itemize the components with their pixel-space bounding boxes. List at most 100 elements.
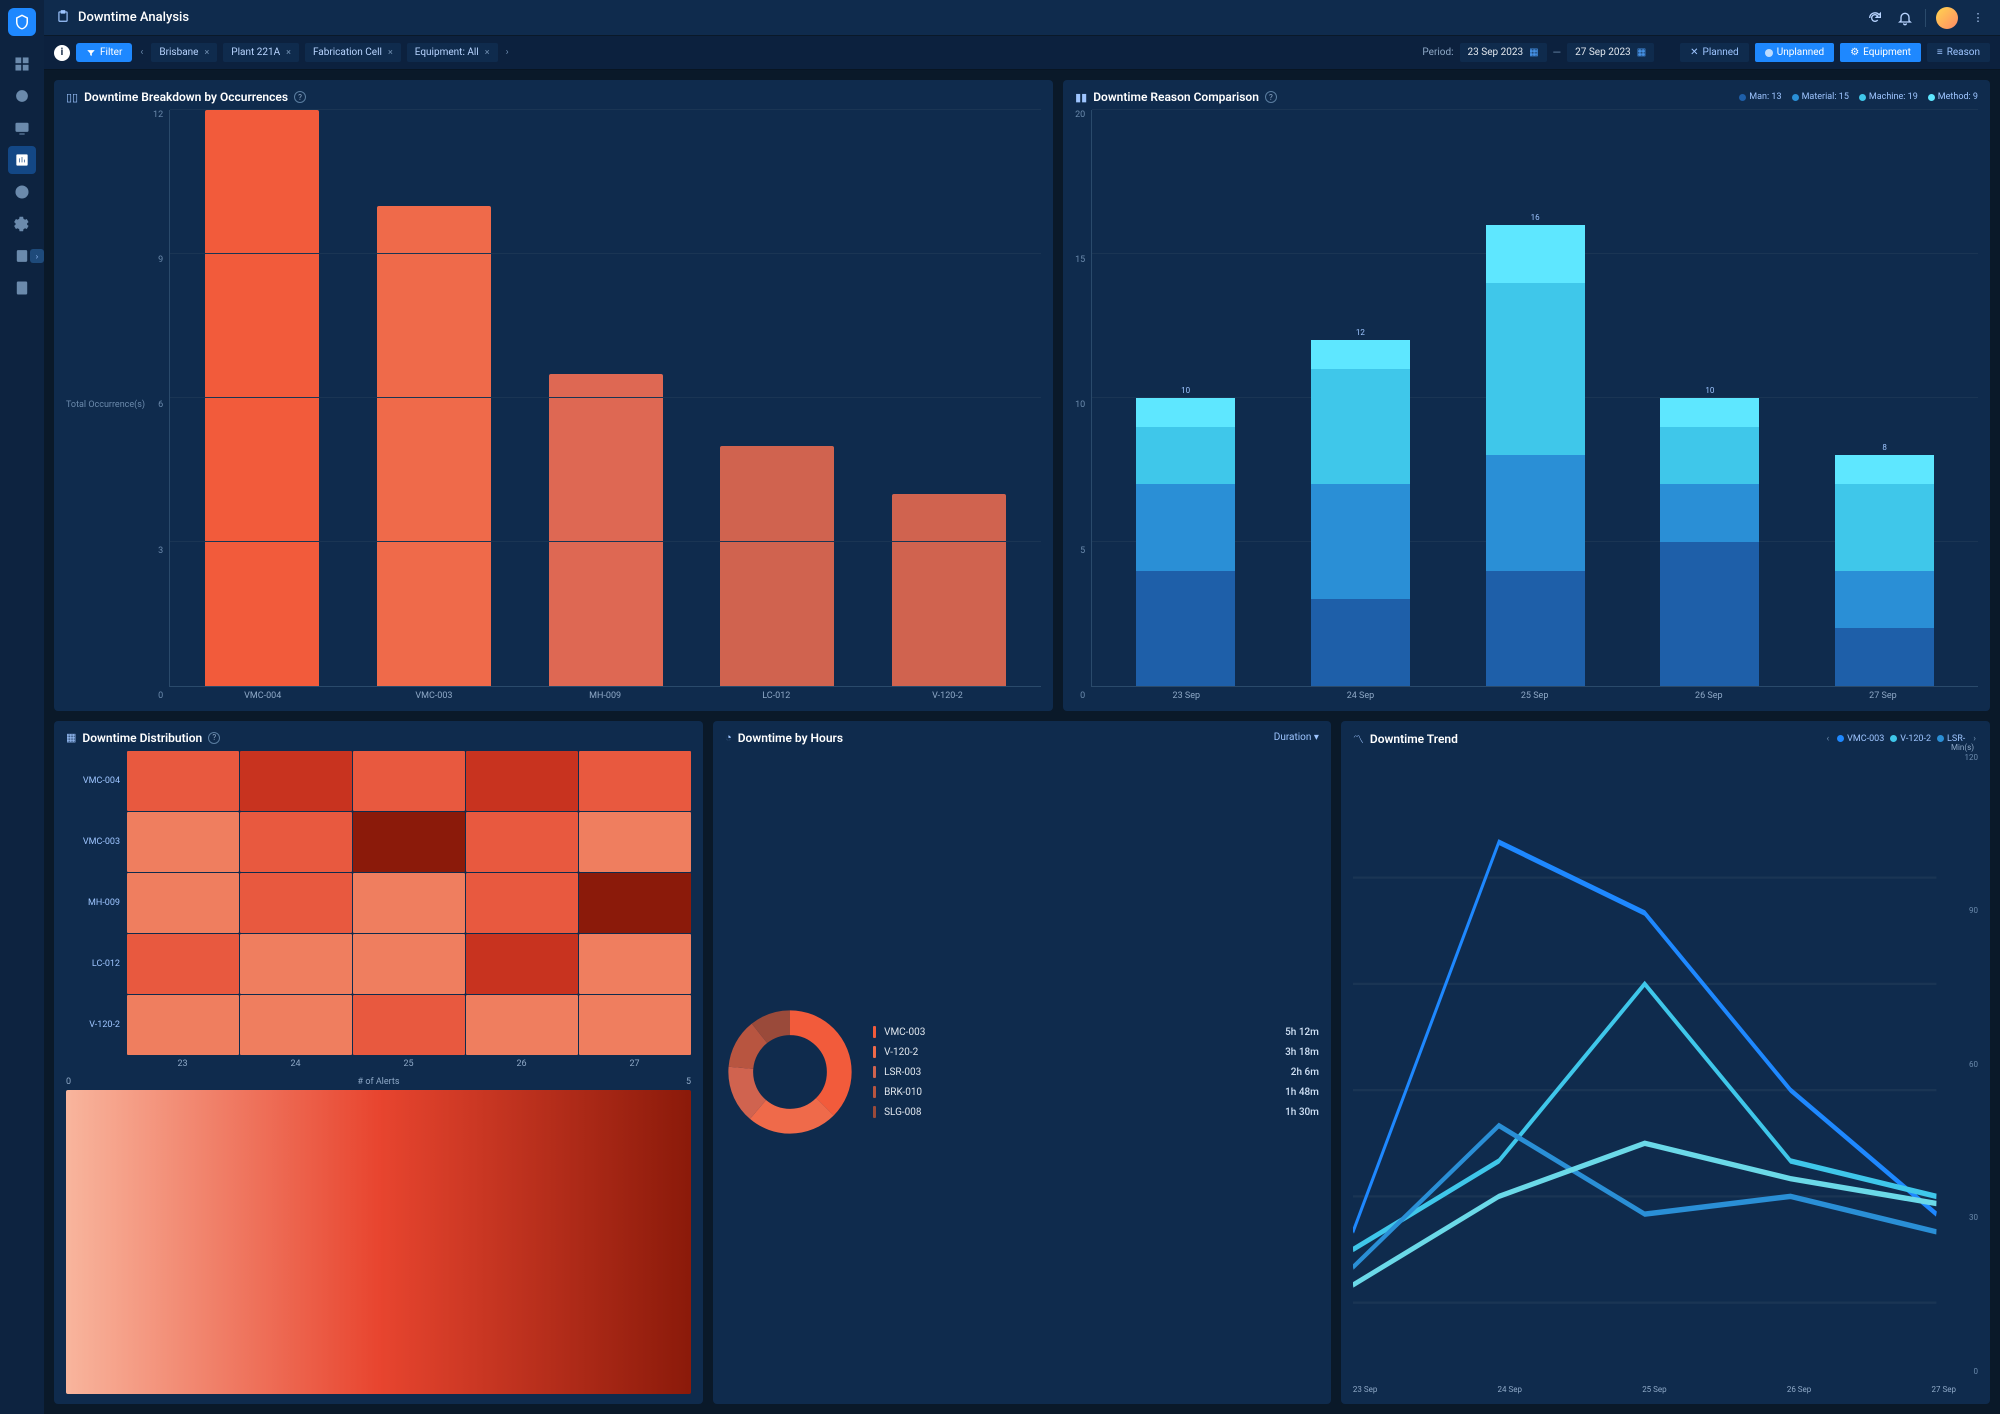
legend-item[interactable]: SLG-0081h 30m: [873, 1106, 1319, 1118]
sidebar-item-archive[interactable]: [8, 274, 36, 302]
bar-segment: [1835, 571, 1934, 629]
duration-dropdown[interactable]: Duration ▾: [1274, 732, 1319, 743]
heatmap-cell[interactable]: [127, 812, 239, 872]
bar[interactable]: [892, 494, 1006, 686]
breadcrumb[interactable]: Plant 221A ×: [223, 43, 299, 62]
stacked-bar[interactable]: 8: [1835, 455, 1934, 685]
stacked-bar[interactable]: 10: [1660, 398, 1759, 686]
item-value: 1h 48m: [1285, 1087, 1319, 1098]
info-icon[interactable]: i: [54, 45, 70, 61]
legend-item[interactable]: Man: 13: [1739, 92, 1781, 102]
legend-item[interactable]: Method: 9: [1928, 92, 1978, 102]
close-icon[interactable]: ×: [204, 48, 209, 58]
legend-item[interactable]: V-120-2: [1890, 734, 1931, 744]
swatch-icon: [1928, 94, 1935, 101]
stacked-bar[interactable]: 10: [1136, 398, 1235, 686]
help-icon[interactable]: ?: [294, 91, 306, 103]
bar[interactable]: [205, 110, 319, 686]
heatmap-cell[interactable]: [240, 934, 352, 994]
sidebar-item-globe[interactable]: [8, 178, 36, 206]
toggle-label: Equipment: [1863, 47, 1911, 58]
close-icon[interactable]: ×: [485, 48, 490, 58]
heatmap-cell[interactable]: [466, 873, 578, 933]
sidebar-item-target[interactable]: [8, 82, 36, 110]
breadcrumb[interactable]: Fabrication Cell×: [305, 43, 401, 62]
chevron-right-icon[interactable]: ›: [504, 47, 511, 58]
bar-segment: [1136, 571, 1235, 686]
heatmap-cell[interactable]: [240, 995, 352, 1055]
heatmap-cell[interactable]: [353, 934, 465, 994]
app-logo[interactable]: [8, 8, 36, 36]
legend: Man: 13 Material: 15 Machine: 19 Method: 9: [1739, 92, 1978, 102]
help-icon[interactable]: ?: [208, 732, 220, 744]
sidebar-expand-icon[interactable]: ›: [30, 249, 44, 263]
legend-item[interactable]: VMC-0035h 12m: [873, 1026, 1319, 1038]
help-icon[interactable]: ?: [1265, 91, 1277, 103]
date-to[interactable]: 27 Sep 2023▦: [1567, 43, 1654, 62]
chevron-left-icon[interactable]: ‹: [138, 47, 145, 58]
toggle-planned[interactable]: ✕Planned: [1680, 43, 1749, 62]
heatmap-cell[interactable]: [579, 751, 691, 811]
pie-chart-icon: ◔: [725, 731, 732, 744]
refresh-icon[interactable]: [1865, 8, 1885, 28]
card-title: Downtime by Hours: [738, 731, 843, 745]
legend-item[interactable]: BRK-0101h 48m: [873, 1086, 1319, 1098]
legend-item[interactable]: LSR-0032h 6m: [873, 1066, 1319, 1078]
legend-item[interactable]: V-120-23h 18m: [873, 1046, 1319, 1058]
heatmap-cell[interactable]: [127, 751, 239, 811]
scale-label: # of Alerts: [77, 1077, 680, 1087]
legend-item[interactable]: Material: 15: [1792, 92, 1849, 102]
bar[interactable]: [377, 206, 491, 686]
heatmap-cell[interactable]: [127, 934, 239, 994]
bar-segment: [1311, 369, 1410, 484]
toggle-unplanned[interactable]: Unplanned: [1755, 43, 1834, 62]
breadcrumb[interactable]: Equipment: All×: [407, 43, 498, 62]
legend-item[interactable]: Machine: 19: [1859, 92, 1918, 102]
chevron-left-icon[interactable]: ‹: [1824, 734, 1831, 744]
sidebar-item-export[interactable]: ›: [8, 242, 36, 270]
filter-button[interactable]: Filter: [76, 43, 132, 62]
toggle-reason[interactable]: ≡Reason: [1927, 43, 1990, 62]
heatmap-cell[interactable]: [353, 873, 465, 933]
close-icon[interactable]: ×: [388, 48, 393, 58]
x-axis: 23 Sep24 Sep25 Sep26 Sep27 Sep: [1091, 687, 1978, 701]
close-icon[interactable]: ×: [286, 48, 291, 58]
heatmap-cell[interactable]: [579, 934, 691, 994]
heatmap-cell[interactable]: [579, 812, 691, 872]
stacked-bar[interactable]: 16: [1486, 225, 1585, 686]
bar[interactable]: [549, 374, 663, 686]
swatch-icon: [1937, 735, 1944, 742]
bell-icon[interactable]: [1895, 8, 1915, 28]
kebab-icon[interactable]: ⋮: [1968, 8, 1988, 28]
heatmap-cell[interactable]: [353, 995, 465, 1055]
heatmap-cell[interactable]: [240, 873, 352, 933]
heatmap-cell[interactable]: [353, 751, 465, 811]
heatmap-cell[interactable]: [240, 751, 352, 811]
sidebar-item-dashboard[interactable]: [8, 50, 36, 78]
sidebar: ›: [0, 0, 44, 1414]
heatmap-cell[interactable]: [466, 751, 578, 811]
legend-item[interactable]: VMC-003: [1837, 734, 1884, 744]
heatmap-cell[interactable]: [466, 934, 578, 994]
heatmap-cell[interactable]: [240, 812, 352, 872]
heatmap-cell[interactable]: [127, 995, 239, 1055]
heatmap-cell[interactable]: [353, 812, 465, 872]
x-tick: 24 Sep: [1498, 1385, 1522, 1394]
sidebar-item-settings[interactable]: [8, 210, 36, 238]
heatmap-cell[interactable]: [579, 995, 691, 1055]
sidebar-item-analytics[interactable]: [8, 146, 36, 174]
avatar[interactable]: [1936, 7, 1958, 29]
heatmap-cell[interactable]: [466, 812, 578, 872]
bar-segment: [1660, 542, 1759, 686]
heatmap-cell[interactable]: [127, 873, 239, 933]
card-trend: 〽 Downtime Trend ‹VMC-003V-120-2LSR-› Mi…: [1341, 721, 1990, 1404]
heatmap-cell[interactable]: [466, 995, 578, 1055]
breadcrumb[interactable]: Brisbane×: [151, 43, 217, 62]
breadcrumb-label: Plant 221A: [231, 47, 280, 58]
date-from[interactable]: 23 Sep 2023▦: [1460, 43, 1547, 62]
bar[interactable]: [720, 446, 834, 686]
sidebar-item-monitor[interactable]: [8, 114, 36, 142]
heatmap-cell[interactable]: [579, 873, 691, 933]
stacked-bar[interactable]: 12: [1311, 340, 1410, 685]
toggle-equipment[interactable]: ⚙Equipment: [1840, 43, 1921, 62]
